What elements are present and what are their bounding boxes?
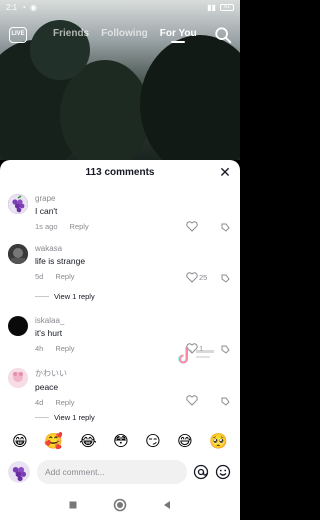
battery-icon: 61	[220, 3, 234, 11]
emoji-grin-button[interactable]: 😁	[12, 433, 28, 451]
close-icon[interactable]: ✕	[218, 165, 232, 179]
dislike-icon[interactable]	[220, 395, 231, 406]
comment-text: it's hurt	[35, 328, 63, 338]
back-icon[interactable]	[162, 500, 172, 510]
emoji-flushed-button[interactable]: 😳	[113, 433, 129, 451]
tab-following[interactable]: Following	[101, 28, 148, 43]
comment-username[interactable]: iskalaa_	[35, 316, 175, 325]
view-replies-button[interactable]: View 1 reply	[35, 413, 95, 422]
reply-button[interactable]: Reply	[70, 222, 89, 231]
comment-time: 4h	[35, 344, 44, 353]
comment-time: 1s ago	[35, 222, 58, 231]
emoji-smirk-button[interactable]: 😏	[145, 433, 161, 451]
grape-emoji-icon	[8, 461, 30, 483]
comment-username[interactable]: かわいい	[35, 368, 175, 379]
comment-time: 4d	[35, 398, 44, 407]
avatar[interactable]	[8, 368, 28, 388]
reply-button[interactable]: Reply	[55, 398, 74, 407]
heart-icon[interactable]	[186, 272, 198, 283]
comment-body: iskalaa_ it's hurt 4h Reply	[35, 316, 175, 353]
system-navigation-bar	[0, 490, 240, 520]
comment-body: grape I can't 1s ago Reply	[35, 194, 175, 231]
home-icon[interactable]	[113, 498, 127, 512]
tree-shape	[140, 35, 240, 160]
dislike-icon[interactable]	[220, 343, 231, 354]
comment-text: life is strange	[35, 256, 86, 266]
status-bar: 2:1 ◔ ◉ ▮▮ 61	[0, 0, 240, 14]
tab-for-you[interactable]: For You	[160, 28, 197, 43]
comment-text: I can't	[35, 206, 58, 216]
avatar[interactable]	[8, 316, 28, 336]
search-icon[interactable]	[214, 26, 232, 44]
reply-button[interactable]: Reply	[55, 272, 74, 281]
reply-button[interactable]: Reply	[55, 344, 74, 353]
comment-body: wakasa life is strange 5d Reply	[35, 244, 175, 281]
live-button[interactable]: LIVE	[9, 27, 27, 43]
heart-icon[interactable]	[186, 395, 198, 406]
tab-friends[interactable]: Friends	[53, 28, 89, 43]
divider	[35, 417, 49, 418]
grape-emoji-icon	[8, 194, 28, 214]
comments-count-title: 113 comments	[85, 167, 155, 178]
signal-icon: ▮▮	[207, 2, 216, 12]
comment-body: かわいい peace 4d Reply	[35, 368, 175, 407]
emoji-sweat-button[interactable]: 😅	[177, 433, 193, 451]
status-time: 2:1	[6, 2, 18, 12]
top-navigation: LIVE Friends Following For You	[0, 24, 240, 46]
avatar-image	[8, 244, 28, 264]
mention-icon[interactable]	[193, 464, 209, 480]
comment-time: 5d	[35, 272, 44, 281]
comment-input[interactable]: Add comment...	[37, 460, 187, 484]
tiktok-logo-icon	[178, 346, 214, 364]
recent-apps-icon[interactable]	[68, 500, 78, 510]
notification-icon: ◉	[29, 2, 37, 12]
avatar[interactable]	[8, 244, 28, 264]
avatar[interactable]	[8, 194, 28, 214]
emoji-quick-bar: 😁 🥰 😂 😳 😏 😅 🥺	[0, 428, 240, 456]
emoji-pleading-button[interactable]: 🥺	[209, 433, 228, 451]
divider	[35, 296, 49, 297]
heart-icon[interactable]	[186, 221, 198, 232]
notification-icon: ◔	[21, 2, 26, 12]
comment-username[interactable]: grape	[35, 194, 175, 203]
feed-tabs: Friends Following For You	[53, 28, 197, 43]
emoji-love-button[interactable]: 🥰	[44, 433, 63, 451]
dislike-icon[interactable]	[220, 221, 231, 232]
comment-text: peace	[35, 382, 59, 392]
comment-username[interactable]: wakasa	[35, 244, 175, 253]
emoji-icon[interactable]	[215, 464, 231, 480]
comment-input-bar: Add comment...	[0, 456, 240, 490]
avatar-image	[8, 368, 28, 388]
like-count: 25	[199, 273, 208, 282]
view-replies-label: View 1 reply	[54, 413, 95, 422]
emoji-laugh-button[interactable]: 😂	[79, 433, 97, 451]
dislike-icon[interactable]	[220, 272, 231, 283]
avatar[interactable]	[8, 461, 30, 483]
view-replies-button[interactable]: View 1 reply	[35, 292, 95, 301]
comments-header: 113 comments ✕	[0, 160, 240, 186]
view-replies-label: View 1 reply	[54, 292, 95, 301]
